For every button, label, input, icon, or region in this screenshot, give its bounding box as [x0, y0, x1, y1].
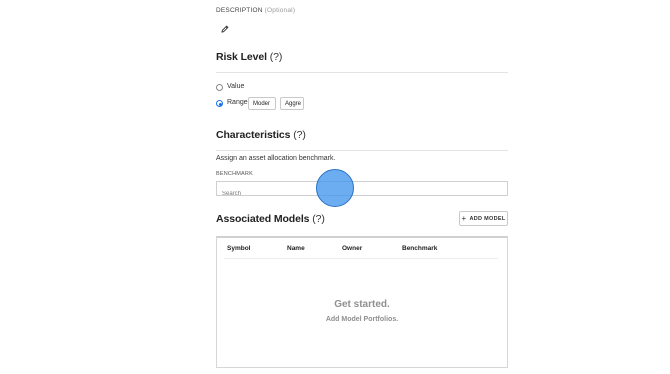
add-model-button[interactable]: + ADD MODEL [459, 211, 508, 226]
risk-level-help[interactable]: (?) [270, 51, 283, 63]
associated-models-help[interactable]: (?) [312, 213, 325, 225]
divider [216, 150, 508, 151]
radio-range[interactable] [216, 100, 223, 107]
description-optional-text: (Optional) [264, 7, 296, 14]
add-model-label: ADD MODEL [469, 215, 506, 222]
characteristics-heading: Characteristics (?) [216, 129, 306, 141]
benchmark-label: BENCHMARK [216, 171, 253, 177]
divider [216, 72, 508, 73]
description-label: DESCRIPTION (Optional) [216, 7, 295, 14]
plus-icon: + [461, 213, 467, 223]
description-label-text: DESCRIPTION [216, 7, 263, 14]
column-benchmark[interactable]: Benchmark [402, 245, 437, 252]
risk-level-title: Risk Level [216, 51, 267, 63]
benchmark-search-input[interactable] [217, 187, 507, 201]
associated-models-title: Associated Models [216, 213, 310, 225]
characteristics-help[interactable]: (?) [293, 129, 306, 141]
column-name[interactable]: Name [287, 245, 305, 252]
benchmark-search[interactable] [216, 181, 508, 201]
range-max-select[interactable]: Aggre [280, 97, 304, 110]
range-min-select[interactable]: Moder [248, 97, 276, 110]
radio-value-label: Value [227, 83, 245, 90]
column-owner[interactable]: Owner [342, 245, 362, 252]
touch-indicator [316, 169, 354, 207]
empty-state-title: Get started. [334, 299, 390, 310]
associated-models-heading: Associated Models (?) [216, 213, 325, 225]
risk-level-heading: Risk Level (?) [216, 51, 282, 63]
radio-range-label: Range [227, 99, 248, 106]
radio-value[interactable] [216, 84, 223, 91]
characteristics-description: Assign an asset allocation benchmark. [216, 155, 336, 162]
characteristics-title: Characteristics [216, 129, 291, 141]
empty-state-subtitle: Add Model Portfolios. [325, 316, 399, 323]
table-header-divider [224, 258, 498, 259]
column-symbol[interactable]: Symbol [227, 245, 250, 252]
pencil-icon[interactable] [220, 21, 230, 33]
